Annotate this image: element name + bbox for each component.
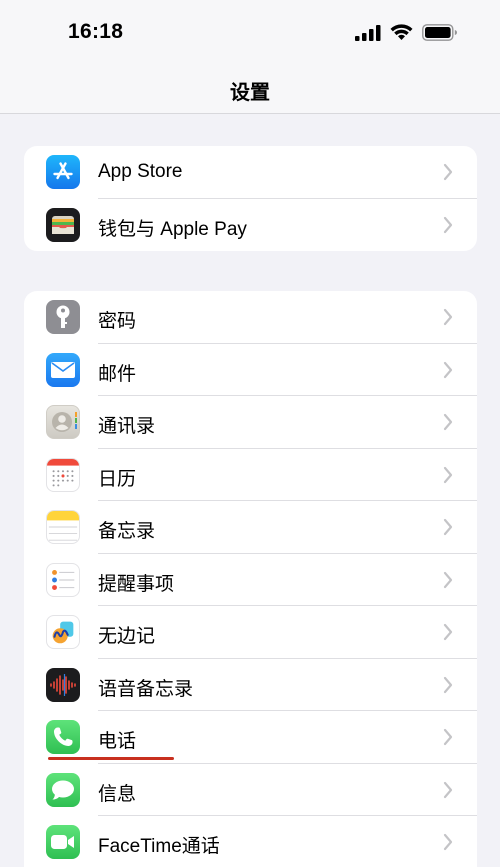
wifi-icon <box>390 24 413 40</box>
phone-icon <box>46 720 80 754</box>
battery-icon <box>422 24 457 41</box>
settings-row-voice-memos[interactable]: 语音备忘录 <box>24 659 477 711</box>
mail-icon <box>46 352 80 387</box>
settings-row-facetime[interactable]: FaceTime通话 <box>24 816 477 867</box>
settings-row-calendar[interactable]: 日历 <box>24 449 477 501</box>
settings-row-app-store[interactable]: App Store <box>24 146 477 199</box>
voice-memos-icon <box>46 667 80 702</box>
highlight-underline <box>48 757 174 760</box>
chevron-right-icon <box>443 623 453 641</box>
key-icon <box>46 300 80 334</box>
facetime-icon <box>46 825 80 859</box>
chevron-right-icon <box>443 781 453 798</box>
cellular-signal-icon <box>355 24 381 41</box>
status-time: 16:18 <box>68 20 124 43</box>
settings-row-wallet[interactable]: 钱包与 Apple Pay <box>24 199 477 252</box>
chevron-right-icon <box>443 571 453 588</box>
wallet-icon <box>46 207 80 242</box>
settings-row-label: 语音备忘录 <box>98 678 194 700</box>
settings-row-messages[interactable]: 信息 <box>24 764 477 816</box>
status-bar: 16:18 <box>0 0 500 62</box>
chevron-right-icon <box>443 833 453 851</box>
messages-icon <box>46 772 80 807</box>
settings-row-phone[interactable]: 电话 <box>24 711 477 764</box>
settings-row-contacts[interactable]: 通讯录 <box>24 396 477 449</box>
notes-icon <box>46 510 80 544</box>
chevron-right-icon <box>443 361 453 378</box>
chevron-right-icon <box>443 676 453 693</box>
contacts-icon <box>46 405 80 439</box>
settings-row-label: 密码 <box>98 311 137 332</box>
settings-row-label: 信息 <box>98 783 137 805</box>
status-icons <box>355 24 458 41</box>
settings-row-label: 无边记 <box>98 626 156 647</box>
settings-row-label: 通讯录 <box>98 416 156 437</box>
settings-row-label: 备忘录 <box>98 521 156 542</box>
settings-row-freeform[interactable]: 无边记 <box>24 606 477 659</box>
settings-row-notes[interactable]: 备忘录 <box>24 501 477 554</box>
settings-row-label: 提醒事项 <box>98 573 175 595</box>
freeform-icon <box>46 615 80 649</box>
chevron-right-icon <box>443 728 453 746</box>
navigation-bar: 设置 <box>0 62 500 114</box>
chevron-right-icon <box>443 518 453 536</box>
app-store-icon <box>46 155 80 189</box>
settings-row-label: 邮件 <box>98 363 137 385</box>
page-title: 设置 <box>230 82 270 104</box>
chevron-right-icon <box>443 413 453 431</box>
settings-row-passwords[interactable]: 密码 <box>24 291 477 344</box>
chevron-right-icon <box>443 308 453 326</box>
settings-row-label: 电话 <box>98 731 137 752</box>
settings-row-reminders[interactable]: 提醒事项 <box>24 554 477 606</box>
settings-group-store: App Store 钱包与 Apple Pay <box>24 146 477 251</box>
settings-row-label: 钱包与 Apple Pay <box>98 218 247 240</box>
reminders-icon <box>46 562 80 597</box>
chevron-right-icon <box>443 216 453 233</box>
settings-group-apps: 密码 邮件 通讯录 日历 备忘录 提醒事项 无边记 语音备忘录 电话 信息 Fa… <box>24 291 477 867</box>
chevron-right-icon <box>443 466 453 483</box>
settings-row-label: FaceTime通话 <box>98 836 220 857</box>
settings-row-label: 日历 <box>98 468 137 490</box>
settings-row-mail[interactable]: 邮件 <box>24 344 477 396</box>
settings-row-label: App Store <box>98 161 183 182</box>
calendar-icon <box>46 457 80 492</box>
chevron-right-icon <box>443 163 453 181</box>
